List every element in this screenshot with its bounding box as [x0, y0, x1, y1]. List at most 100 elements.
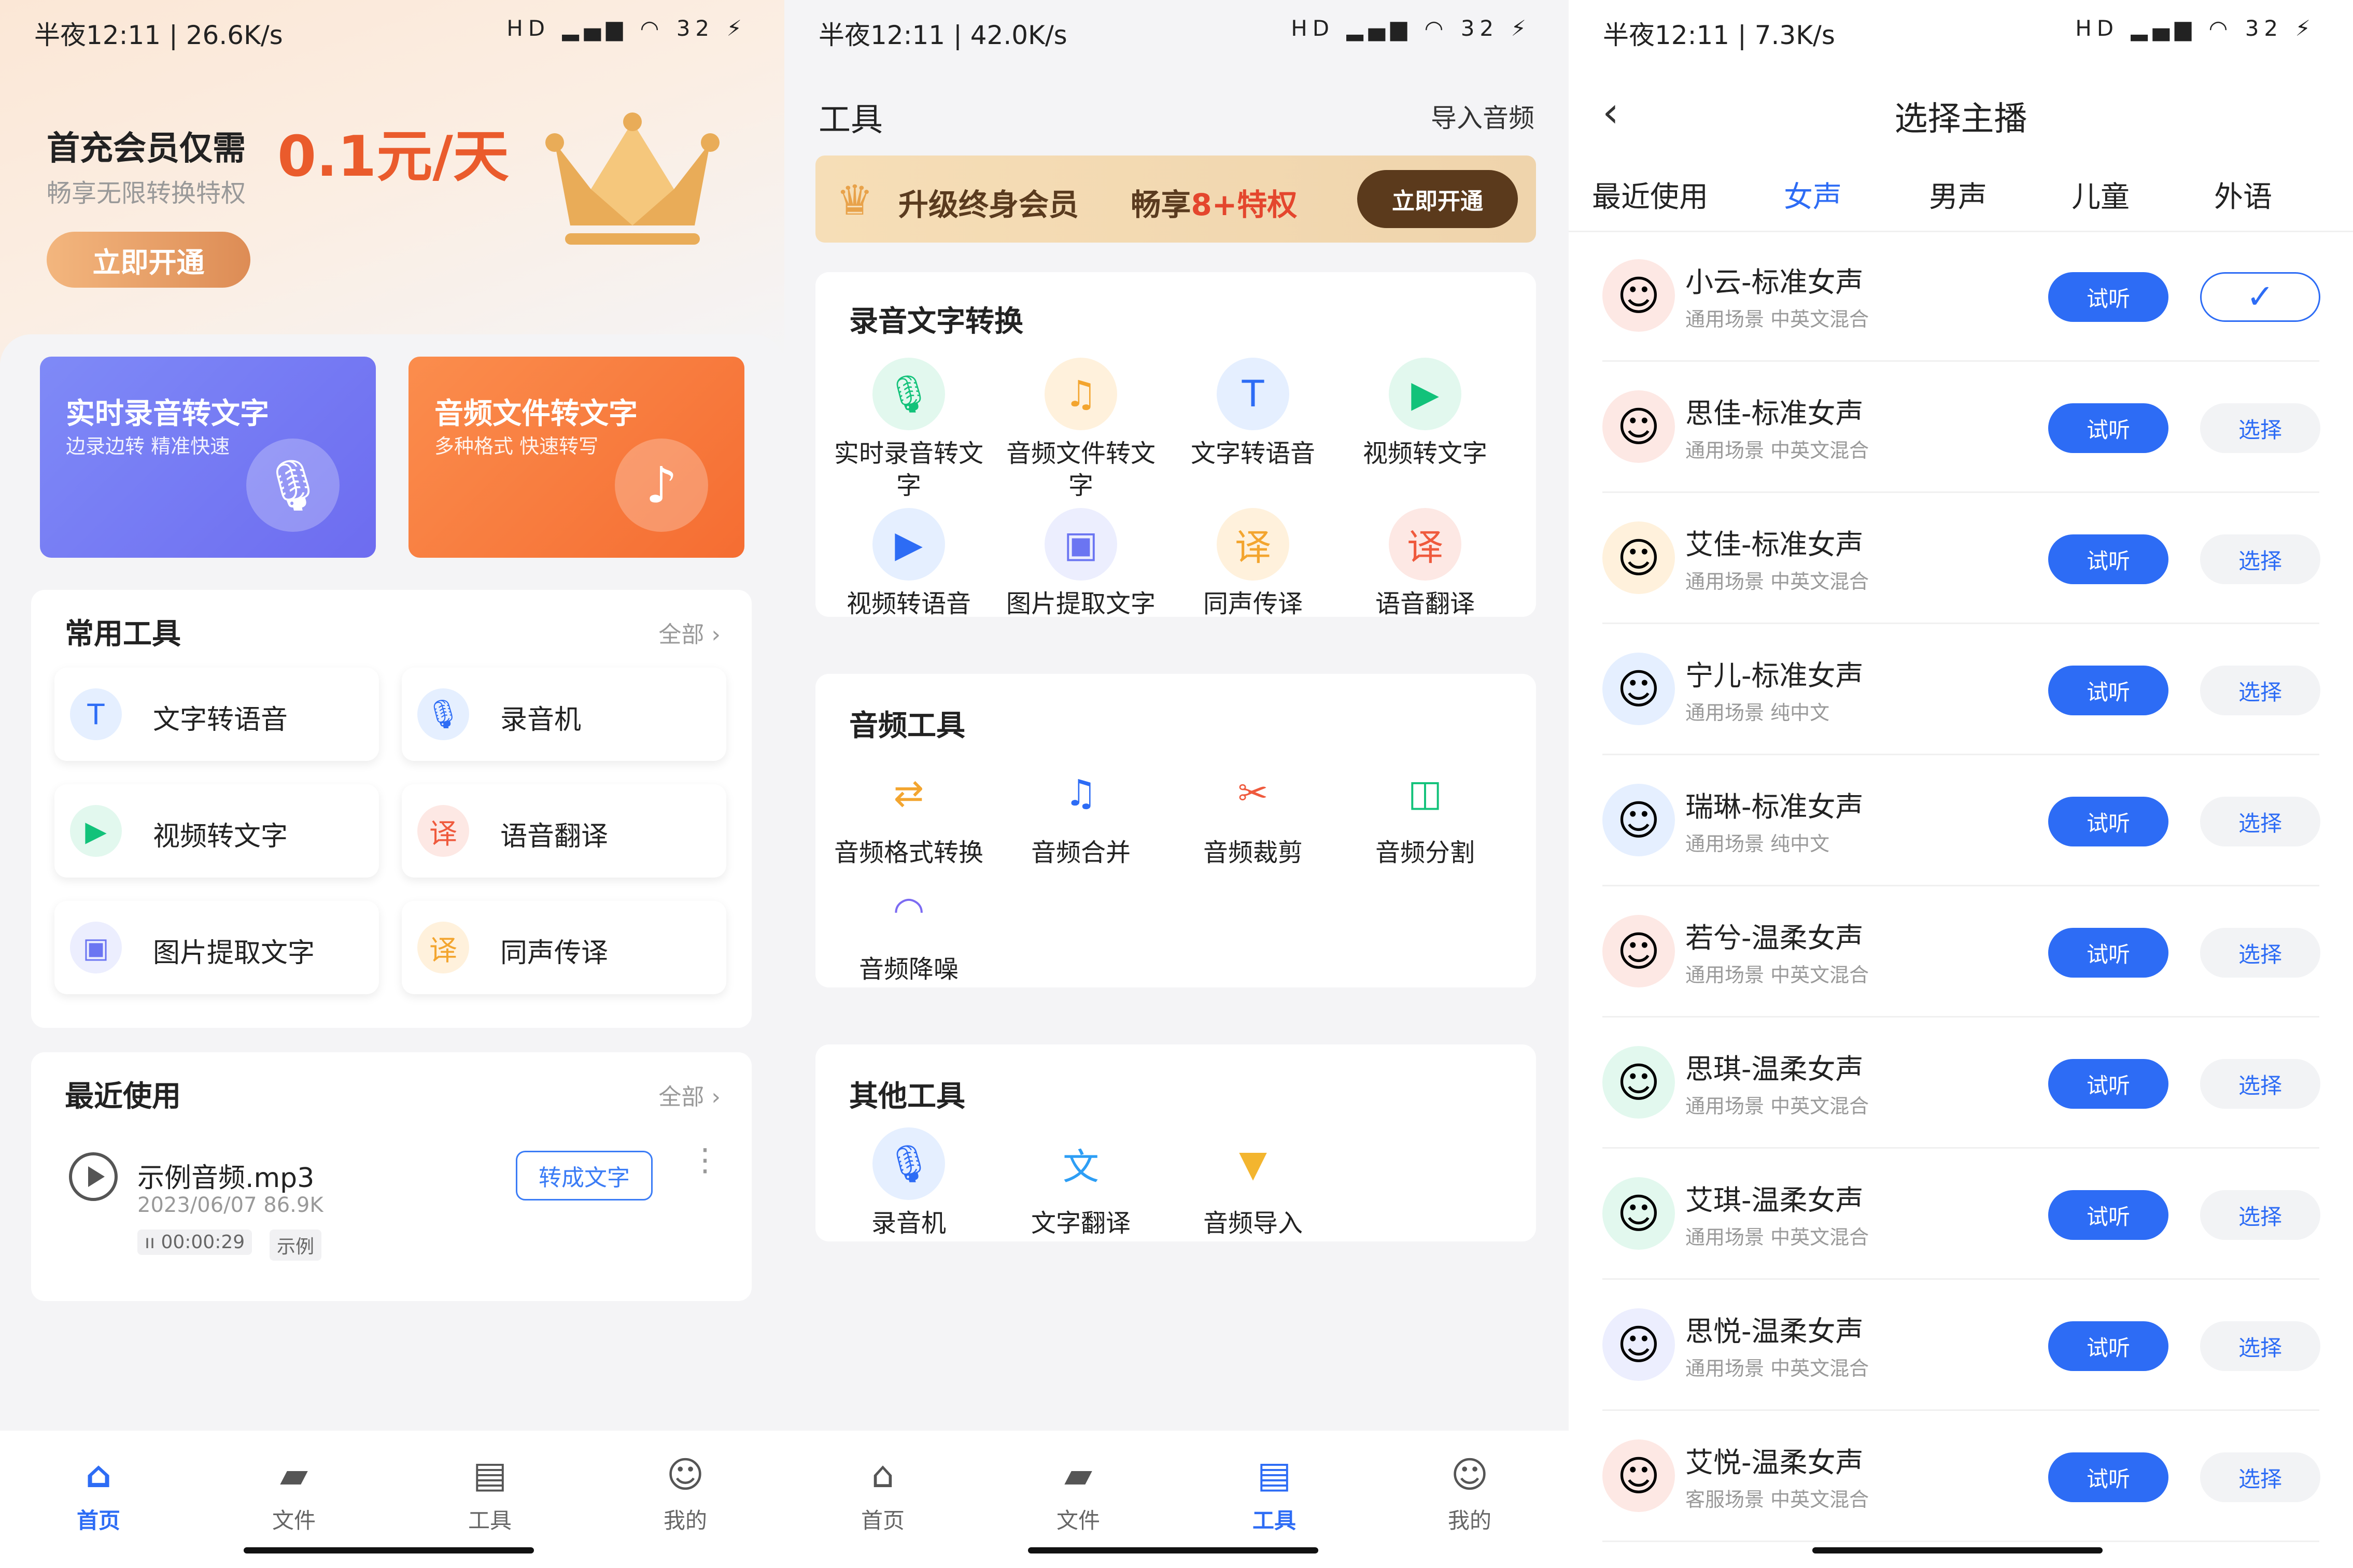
voice-desc: 通用场景 纯中文 [1685, 832, 1830, 855]
select-anchor-screen: 半夜12:11 | 7.3K/s HD ▂▄▆ ◠ 32 ⚡ ‹ 选择主播 最近… [1569, 0, 2353, 1568]
video-icon: ▶ [70, 805, 122, 857]
voice-row[interactable]: ☺ 宁儿-标准女声 通用场景 纯中文 试听 选择 [1569, 624, 2353, 755]
voice-desc: 通用场景 中英文混合 [1685, 964, 1869, 986]
tool-voice-translate[interactable]: 译 语音翻译 [1340, 508, 1511, 620]
voice-row[interactable]: ☺ 小云-标准女声 通用场景 中英文混合 试听 ✓ [1569, 231, 2353, 362]
voice-row[interactable]: ☺ 瑞琳-标准女声 通用场景 纯中文 试听 选择 [1569, 755, 2353, 886]
tool-interpret[interactable]: 译 同声传译 [1167, 508, 1338, 620]
select-button[interactable]: 选择 [2200, 1321, 2320, 1371]
nav-tools[interactable]: ▤ 工具 [438, 1451, 542, 1535]
listen-button[interactable]: 试听 [2048, 1321, 2168, 1371]
promo-subtitle: 畅享无限转换特权 [47, 179, 246, 208]
nav-profile[interactable]: ☺ 我的 [633, 1451, 737, 1535]
nav-profile[interactable]: ☺ 我的 [1418, 1451, 1521, 1535]
vip-banner-text: 升级终身会员 畅享8+特权 [898, 180, 1297, 224]
voice-row[interactable]: ☺ 艾佳-标准女声 通用场景 中英文混合 试听 选择 [1569, 493, 2353, 624]
nav-label: 文件 [1056, 1508, 1100, 1533]
listen-button[interactable]: 试听 [2048, 534, 2168, 584]
tool-video-to-audio[interactable]: ▶ 视频转语音 [823, 508, 994, 620]
voice-desc: 通用场景 中英文混合 [1685, 308, 1869, 331]
home-icon: ⌂ [85, 1453, 112, 1496]
selected-check-button[interactable]: ✓ [2200, 272, 2320, 322]
tool-audio-split[interactable]: ◫ 音频分割 [1340, 757, 1511, 869]
nav-label: 首页 [76, 1508, 120, 1533]
listen-button[interactable]: 试听 [2048, 403, 2168, 453]
listen-button[interactable]: 试听 [2048, 1190, 2168, 1240]
audio-file-card[interactable]: 音频文件转文字 多种格式 快速转写 ♪ [408, 357, 744, 558]
tool-text-to-speech[interactable]: T 文字转语音 [1167, 358, 1338, 470]
select-button[interactable]: 选择 [2200, 1190, 2320, 1240]
tool-audio-merge[interactable]: ♫ 音频合并 [995, 757, 1166, 869]
tab-foreign[interactable]: 外语 [2214, 174, 2272, 216]
voice-row[interactable]: ☺ 若兮-温柔女声 通用场景 中英文混合 试听 选择 [1569, 886, 2353, 1018]
voice-name: 小云-标准女声 [1685, 266, 1864, 299]
tool-label: 音频分割 [1375, 838, 1475, 867]
select-button[interactable]: 选择 [2200, 534, 2320, 584]
listen-button[interactable]: 试听 [2048, 928, 2168, 978]
voice-name: 思悦-温柔女声 [1685, 1315, 1864, 1348]
vip-open-button[interactable]: 立即开通 [1357, 170, 1518, 228]
tool-image-text[interactable]: ▣ 图片提取文字 [54, 901, 379, 994]
convert-to-text-button[interactable]: 转成文字 [516, 1151, 653, 1200]
select-button[interactable]: 选择 [2200, 666, 2320, 715]
tool-audio-convert[interactable]: ⇄ 音频格式转换 [823, 757, 994, 869]
import-audio-link[interactable]: 导入音频 [1431, 97, 1534, 135]
tool-audio-file[interactable]: ♫ 音频文件转文字 [995, 358, 1166, 502]
select-button[interactable]: 选择 [2200, 1059, 2320, 1109]
tool-recorder[interactable]: 🎙 录音机 [823, 1127, 994, 1239]
nav-home[interactable]: ⌂ 首页 [47, 1451, 150, 1535]
tool-recorder[interactable]: 🎙 录音机 [402, 668, 726, 761]
listen-button[interactable]: 试听 [2048, 666, 2168, 715]
realtime-record-card[interactable]: 实时录音转文字 边录边转 精准快速 🎙 [40, 357, 376, 558]
listen-button[interactable]: 试听 [2048, 1452, 2168, 1502]
voice-row[interactable]: ☺ 思琪-温柔女声 通用场景 中英文混合 试听 选择 [1569, 1018, 2353, 1149]
more-options-icon[interactable]: ⋮ [689, 1145, 721, 1176]
avatar-icon: ☺ [1602, 1308, 1675, 1381]
tab-female[interactable]: 女声 [1784, 174, 1842, 216]
nav-home[interactable]: ⌂ 首页 [831, 1451, 935, 1535]
image-icon: ▣ [1045, 508, 1117, 581]
folder-icon: ▰ [1064, 1453, 1092, 1496]
promo-open-button[interactable]: 立即开通 [47, 232, 250, 288]
listen-button[interactable]: 试听 [2048, 272, 2168, 322]
listen-button[interactable]: 试听 [2048, 1059, 2168, 1109]
tool-audio-denoise[interactable]: ◠ 音频降噪 [823, 873, 994, 985]
voice-row[interactable]: ☺ 思佳-标准女声 通用场景 中英文混合 试听 选择 [1569, 362, 2353, 493]
play-icon[interactable] [67, 1151, 119, 1203]
select-button[interactable]: 选择 [2200, 928, 2320, 978]
tool-interpret[interactable]: 译 同声传译 [402, 901, 726, 994]
select-button[interactable]: 选择 [2200, 1452, 2320, 1502]
nav-files[interactable]: ▰ 文件 [242, 1451, 346, 1535]
voice-desc: 通用场景 中英文混合 [1685, 570, 1869, 593]
tool-audio-import[interactable]: ▼ 音频导入 [1167, 1127, 1338, 1239]
mic-icon: 🎙 [872, 358, 945, 430]
more-link[interactable]: 全部 › [658, 616, 721, 649]
nav-tools[interactable]: ▤ 工具 [1222, 1451, 1326, 1535]
tool-image-text[interactable]: ▣ 图片提取文字 [995, 508, 1166, 620]
recent-file-name[interactable]: 示例音频.mp3 [137, 1156, 314, 1195]
more-link[interactable]: 全部 › [658, 1078, 721, 1111]
select-button[interactable]: 选择 [2200, 403, 2320, 453]
tool-text-to-speech[interactable]: T 文字转语音 [54, 668, 379, 761]
tab-children[interactable]: 儿童 [2072, 174, 2130, 216]
listen-button[interactable]: 试听 [2048, 797, 2168, 846]
interpret-icon: 译 [1217, 508, 1289, 581]
page-title: 选择主播 [1894, 100, 2027, 138]
tool-text-translate[interactable]: 文 文字翻译 [995, 1127, 1166, 1239]
tab-recent[interactable]: 最近使用 [1592, 174, 1708, 216]
voice-row[interactable]: ☺ 艾琪-温柔女声 通用场景 中英文混合 试听 选择 [1569, 1149, 2353, 1280]
tool-realtime-record[interactable]: 🎙 实时录音转文字 [823, 358, 994, 502]
section-heading: 其他工具 [849, 1080, 965, 1113]
status-time: 半夜12:11 | 42.0K/s [819, 20, 1067, 50]
tool-voice-translate[interactable]: 译 语音翻译 [402, 784, 726, 878]
voice-row[interactable]: ☺ 艾悦-温柔女声 客服场景 中英文混合 试听 选择 [1569, 1411, 2353, 1542]
video-icon: ▶ [1389, 358, 1461, 430]
tool-audio-cut[interactable]: ✂ 音频裁剪 [1167, 757, 1338, 869]
tool-video-to-text[interactable]: ▶ 视频转文字 [54, 784, 379, 878]
vip-banner[interactable]: ♛ 升级终身会员 畅享8+特权 立即开通 [815, 156, 1536, 243]
voice-row[interactable]: ☺ 思悦-温柔女声 通用场景 中英文混合 试听 选择 [1569, 1280, 2353, 1411]
tab-male[interactable]: 男声 [1929, 174, 1987, 216]
nav-files[interactable]: ▰ 文件 [1026, 1451, 1130, 1535]
select-button[interactable]: 选择 [2200, 797, 2320, 846]
tool-video-to-text[interactable]: ▶ 视频转文字 [1340, 358, 1511, 470]
